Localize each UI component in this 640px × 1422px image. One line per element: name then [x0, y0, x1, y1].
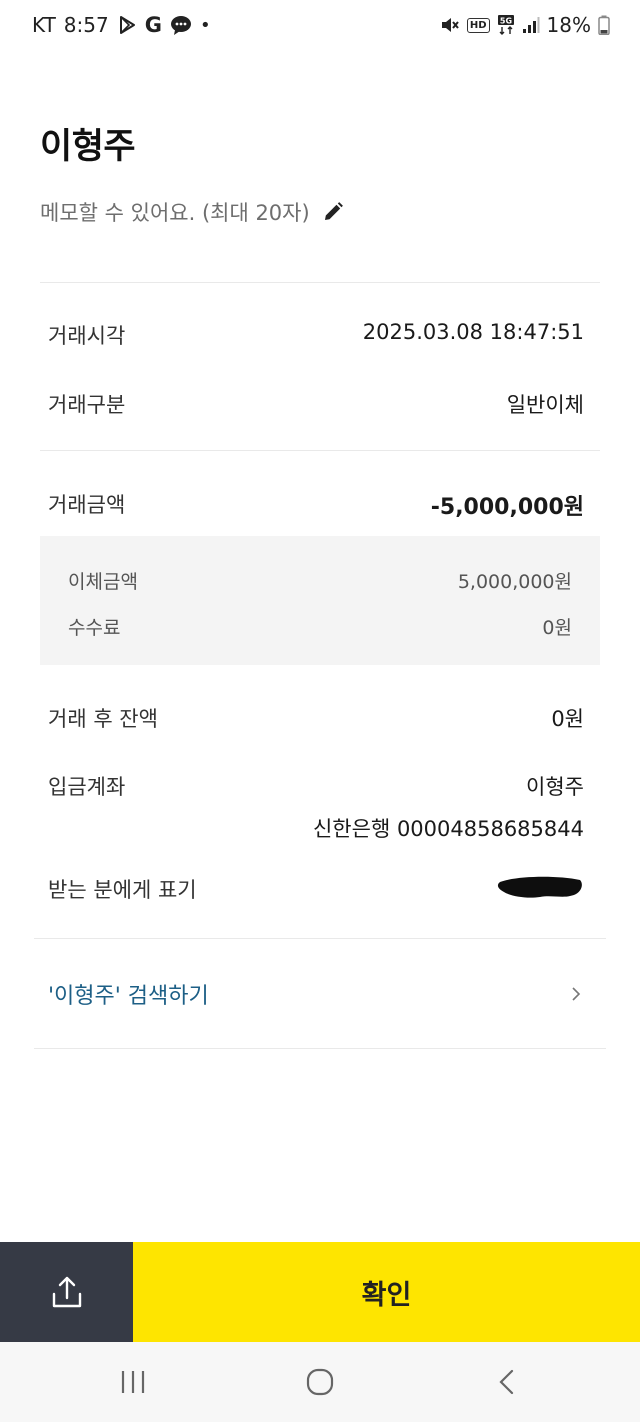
- redacted-mark: [497, 876, 582, 898]
- mute-icon: [441, 18, 459, 32]
- clock-label: 8:57: [63, 13, 109, 37]
- balance-after-label: 거래 후 잔액: [48, 707, 158, 731]
- row-transaction-time: 거래시각 2025.03.08 18:47:51: [48, 320, 584, 350]
- deposit-account-name: 이형주: [526, 775, 584, 799]
- fee-value: 0원: [542, 617, 572, 639]
- details-divider: [34, 938, 606, 939]
- back-icon: [499, 1369, 513, 1395]
- row-transaction-amount: 거래금액 -5,000,000원: [48, 489, 584, 521]
- transaction-amount-label: 거래금액: [48, 493, 126, 517]
- memo-field[interactable]: 메모할 수 있어요. (최대 20자): [40, 197, 600, 227]
- search-divider: [34, 1048, 606, 1049]
- battery-icon: [598, 15, 610, 35]
- hd-badge: HD: [466, 17, 490, 33]
- search-recipient-label: '이형주' 검색하기: [48, 984, 209, 1009]
- row-transaction-type: 거래구분 일반이체: [48, 389, 584, 419]
- transaction-type-value: 일반이체: [506, 393, 584, 417]
- pencil-icon[interactable]: [322, 201, 344, 223]
- transfer-amount-label: 이체금액: [68, 571, 138, 593]
- status-bar: KT 8:57 G • HD 5G 18%: [0, 0, 640, 50]
- signal-icon: [522, 17, 540, 33]
- notification-dot: •: [199, 14, 211, 36]
- deposit-account-lines: 이형주 신한은행 00004858685844: [313, 771, 584, 843]
- balance-after-value: 0원: [551, 707, 584, 731]
- bottom-action-bar: 확인: [0, 1242, 640, 1342]
- amount-breakdown-box: 이체금액 5,000,000원 수수료 0원: [40, 536, 600, 665]
- header-divider: [40, 282, 600, 283]
- system-nav-bar: [0, 1342, 640, 1422]
- recipient-display-label: 받는 분에게 표기: [48, 878, 197, 902]
- fiveg-icon: 5G: [497, 15, 514, 35]
- search-recipient-row[interactable]: '이형주' 검색하기: [48, 978, 584, 1010]
- deposit-account-label: 입금계좌: [48, 775, 126, 799]
- transaction-time-label: 거래시각: [48, 324, 126, 348]
- svg-text:5G: 5G: [499, 17, 511, 26]
- status-left: KT 8:57 G •: [32, 13, 211, 37]
- chat-icon: [170, 16, 191, 35]
- transfer-amount-value: 5,000,000원: [457, 571, 572, 593]
- row-recipient-display: 받는 분에게 표기: [48, 874, 584, 904]
- carrier-label: KT: [32, 13, 56, 37]
- transaction-time-value: 2025.03.08 18:47:51: [362, 320, 584, 344]
- status-right: HD 5G 18%: [440, 13, 610, 37]
- home-button[interactable]: [290, 1357, 350, 1407]
- row-transfer-amount: 이체금액 5,000,000원: [68, 567, 572, 594]
- transaction-amount-value: -5,000,000원: [430, 495, 584, 520]
- memo-placeholder: 메모할 수 있어요. (최대 20자): [40, 201, 310, 225]
- row-deposit-account: 입금계좌 이형주 신한은행 00004858685844: [48, 771, 584, 843]
- battery-percent: 18%: [546, 13, 591, 37]
- fee-label: 수수료: [68, 617, 121, 639]
- google-icon: G: [144, 13, 162, 37]
- row-fee: 수수료 0원: [68, 613, 572, 640]
- transaction-header: 이형주 메모할 수 있어요. (최대 20자): [40, 118, 600, 227]
- row-balance-after: 거래 후 잔액 0원: [48, 703, 584, 733]
- back-button[interactable]: [477, 1357, 537, 1407]
- recent-apps-icon: [122, 1371, 145, 1393]
- recent-apps-button[interactable]: [103, 1357, 163, 1407]
- transaction-type-label: 거래구분: [48, 393, 126, 417]
- type-divider: [40, 450, 600, 451]
- home-icon: [306, 1368, 334, 1396]
- share-button[interactable]: [0, 1242, 133, 1342]
- confirm-button[interactable]: 확인: [133, 1242, 640, 1342]
- chevron-right-icon: [572, 987, 581, 1001]
- recipient-name: 이형주: [40, 127, 136, 167]
- play-store-icon: [119, 16, 135, 34]
- share-icon: [52, 1276, 81, 1308]
- deposit-account-number: 신한은행 00004858685844: [312, 817, 584, 841]
